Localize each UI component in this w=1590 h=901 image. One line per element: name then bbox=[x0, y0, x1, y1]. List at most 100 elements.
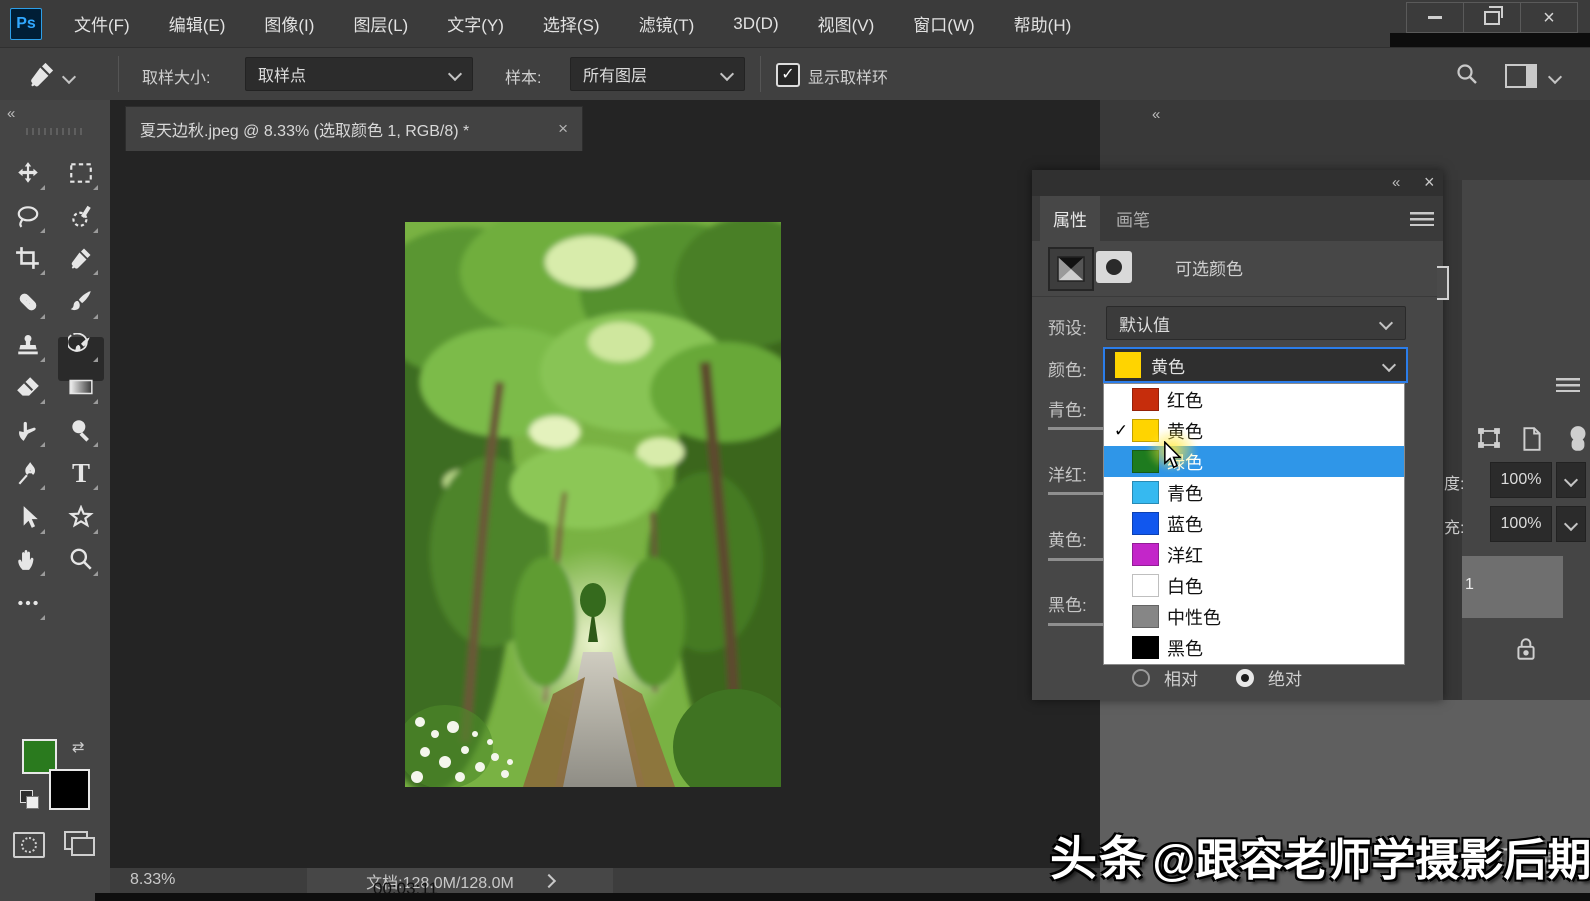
tool-move[interactable] bbox=[9, 154, 47, 192]
fill-field[interactable]: 100% bbox=[1490, 506, 1552, 542]
tool-zoom[interactable] bbox=[62, 540, 100, 578]
tool-type[interactable]: T bbox=[62, 454, 100, 492]
red-swatch bbox=[1132, 388, 1159, 411]
close-panel-button[interactable]: × bbox=[1424, 172, 1435, 193]
tool-history-brush[interactable] bbox=[62, 326, 100, 364]
panel-grip[interactable] bbox=[26, 128, 84, 135]
menu-image[interactable]: 图像(I) bbox=[258, 7, 320, 40]
slider-track[interactable] bbox=[1048, 558, 1103, 561]
document-close-icon[interactable]: × bbox=[558, 119, 568, 139]
background-color-swatch[interactable] bbox=[49, 769, 90, 810]
menu-file[interactable]: 文件(F) bbox=[68, 7, 136, 40]
screen-mode-button[interactable] bbox=[64, 831, 95, 856]
lock-icon[interactable] bbox=[1514, 636, 1538, 667]
menu-select[interactable]: 选择(S) bbox=[537, 7, 606, 40]
menu-layer[interactable]: 图层(L) bbox=[347, 7, 414, 40]
document-info: 文档:128.0M/128.0M bbox=[307, 868, 613, 893]
sample-select[interactable]: 所有图层 bbox=[570, 57, 745, 91]
color-value: 黄色 bbox=[1151, 357, 1185, 377]
tool-brush[interactable] bbox=[62, 283, 100, 321]
layer-row-selected[interactable]: 1 bbox=[1462, 556, 1563, 618]
tool-quick-select[interactable] bbox=[62, 197, 100, 235]
tab-properties[interactable]: 属性 bbox=[1040, 196, 1100, 241]
show-sampling-ring-checkbox[interactable]: ✓ bbox=[776, 63, 800, 87]
tool-rect-marquee[interactable] bbox=[62, 154, 100, 192]
preset-select[interactable]: 默认值 bbox=[1106, 306, 1406, 340]
menu-3d[interactable]: 3D(D) bbox=[727, 10, 784, 38]
slider-track[interactable] bbox=[1048, 427, 1103, 430]
option-label: 中性色 bbox=[1167, 607, 1221, 628]
selected-color-swatch bbox=[1115, 352, 1141, 378]
menu-type[interactable]: 文字(Y) bbox=[441, 7, 510, 40]
menu-view[interactable]: 视图(V) bbox=[812, 7, 881, 40]
slider-track[interactable] bbox=[1048, 623, 1103, 626]
lock-position-icon[interactable] bbox=[1566, 426, 1590, 457]
status-bar: 8.33% 文档:128.0M/128.0M bbox=[110, 868, 1100, 893]
tool-preset-chevron-icon[interactable] bbox=[61, 69, 77, 85]
menu-help[interactable]: 帮助(H) bbox=[1008, 7, 1078, 40]
tool-hand[interactable] bbox=[9, 540, 47, 578]
workspace-icon[interactable] bbox=[1505, 64, 1537, 88]
search-icon[interactable] bbox=[1455, 62, 1479, 91]
tool-custom-shape[interactable] bbox=[62, 498, 100, 536]
tool-pen[interactable] bbox=[9, 454, 47, 492]
tool-dodge[interactable] bbox=[62, 411, 100, 449]
collapse-tools-button[interactable]: « bbox=[7, 105, 15, 122]
tool-eyedropper[interactable] bbox=[62, 239, 100, 277]
menu-edit[interactable]: 编辑(E) bbox=[163, 7, 232, 40]
swap-colors-icon[interactable]: ⇄ bbox=[72, 738, 85, 756]
collapse-dock-button[interactable]: « bbox=[1152, 106, 1160, 123]
layer-name-fragment: 1 bbox=[1465, 576, 1474, 593]
color-option-cyan[interactable]: 青色 bbox=[1104, 477, 1404, 508]
tool-clone-stamp[interactable] bbox=[9, 326, 47, 364]
opacity-chevron[interactable] bbox=[1556, 462, 1586, 498]
document-tab[interactable]: 夏天边秋.jpeg @ 8.33% (选取颜色 1, RGB/8) * × bbox=[125, 106, 583, 151]
tool-more-tools[interactable] bbox=[9, 584, 47, 622]
selective-color-badge-icon[interactable] bbox=[1048, 247, 1094, 291]
opacity-field[interactable]: 100% bbox=[1490, 462, 1552, 498]
quick-mask-button[interactable] bbox=[13, 832, 45, 858]
color-option-neutral[interactable]: 中性色 bbox=[1104, 601, 1404, 632]
color-option-blue[interactable]: 蓝色 bbox=[1104, 508, 1404, 539]
option-label: 洋红 bbox=[1167, 545, 1203, 566]
workspace-chevron-icon[interactable] bbox=[1547, 69, 1563, 85]
lock-transform-icon[interactable] bbox=[1477, 427, 1501, 456]
eyedropper-tool-icon[interactable] bbox=[28, 60, 56, 93]
color-option-white[interactable]: 白色 bbox=[1104, 570, 1404, 601]
layers-menu-icon[interactable] bbox=[1556, 378, 1580, 392]
chevron-down-icon bbox=[719, 66, 735, 82]
radio-relative[interactable] bbox=[1132, 668, 1150, 687]
sample-size-select[interactable]: 取样点 bbox=[245, 57, 473, 91]
tool-lasso[interactable] bbox=[9, 197, 47, 235]
document-tab-title: 夏天边秋.jpeg @ 8.33% (选取颜色 1, RGB/8) * bbox=[140, 123, 470, 140]
radio-absolute[interactable] bbox=[1236, 668, 1254, 687]
color-option-magenta[interactable]: 洋红 bbox=[1104, 539, 1404, 570]
fill-chevron[interactable] bbox=[1556, 506, 1586, 542]
tool-smudge[interactable] bbox=[9, 411, 47, 449]
tool-healing-brush[interactable] bbox=[9, 283, 47, 321]
chevron-down-icon bbox=[1381, 357, 1397, 373]
menu-filter[interactable]: 滤镜(T) bbox=[633, 7, 701, 40]
menu-window[interactable]: 窗口(W) bbox=[907, 7, 980, 40]
minimize-button[interactable] bbox=[1407, 3, 1463, 32]
tool-eraser[interactable] bbox=[9, 368, 47, 406]
tool-gradient[interactable] bbox=[62, 368, 100, 406]
zoom-level[interactable]: 8.33% bbox=[130, 871, 175, 889]
color-select[interactable]: 黄色 bbox=[1103, 347, 1408, 383]
collapse-panel-button[interactable]: « bbox=[1392, 174, 1400, 191]
properties-panel-header[interactable]: « × bbox=[1032, 170, 1443, 196]
color-option-red[interactable]: 红色 bbox=[1104, 384, 1404, 415]
tool-path-select[interactable] bbox=[9, 498, 47, 536]
color-option-black[interactable]: 黑色 bbox=[1104, 632, 1404, 663]
status-chevron-icon[interactable] bbox=[541, 873, 556, 888]
mask-icon[interactable] bbox=[1096, 251, 1132, 283]
panel-menu-icon[interactable] bbox=[1410, 212, 1434, 226]
tool-crop[interactable] bbox=[9, 239, 47, 277]
close-button[interactable]: × bbox=[1520, 3, 1577, 32]
tab-brushes[interactable]: 画笔 bbox=[1100, 196, 1166, 241]
lock-pixels-icon[interactable] bbox=[1521, 426, 1543, 457]
slider-track[interactable] bbox=[1048, 492, 1103, 495]
restore-button[interactable] bbox=[1463, 3, 1520, 32]
watermark: 头条 @跟容老师学摄影后期 bbox=[1050, 820, 1590, 889]
adjustment-title: 可选颜色 bbox=[1175, 260, 1243, 279]
